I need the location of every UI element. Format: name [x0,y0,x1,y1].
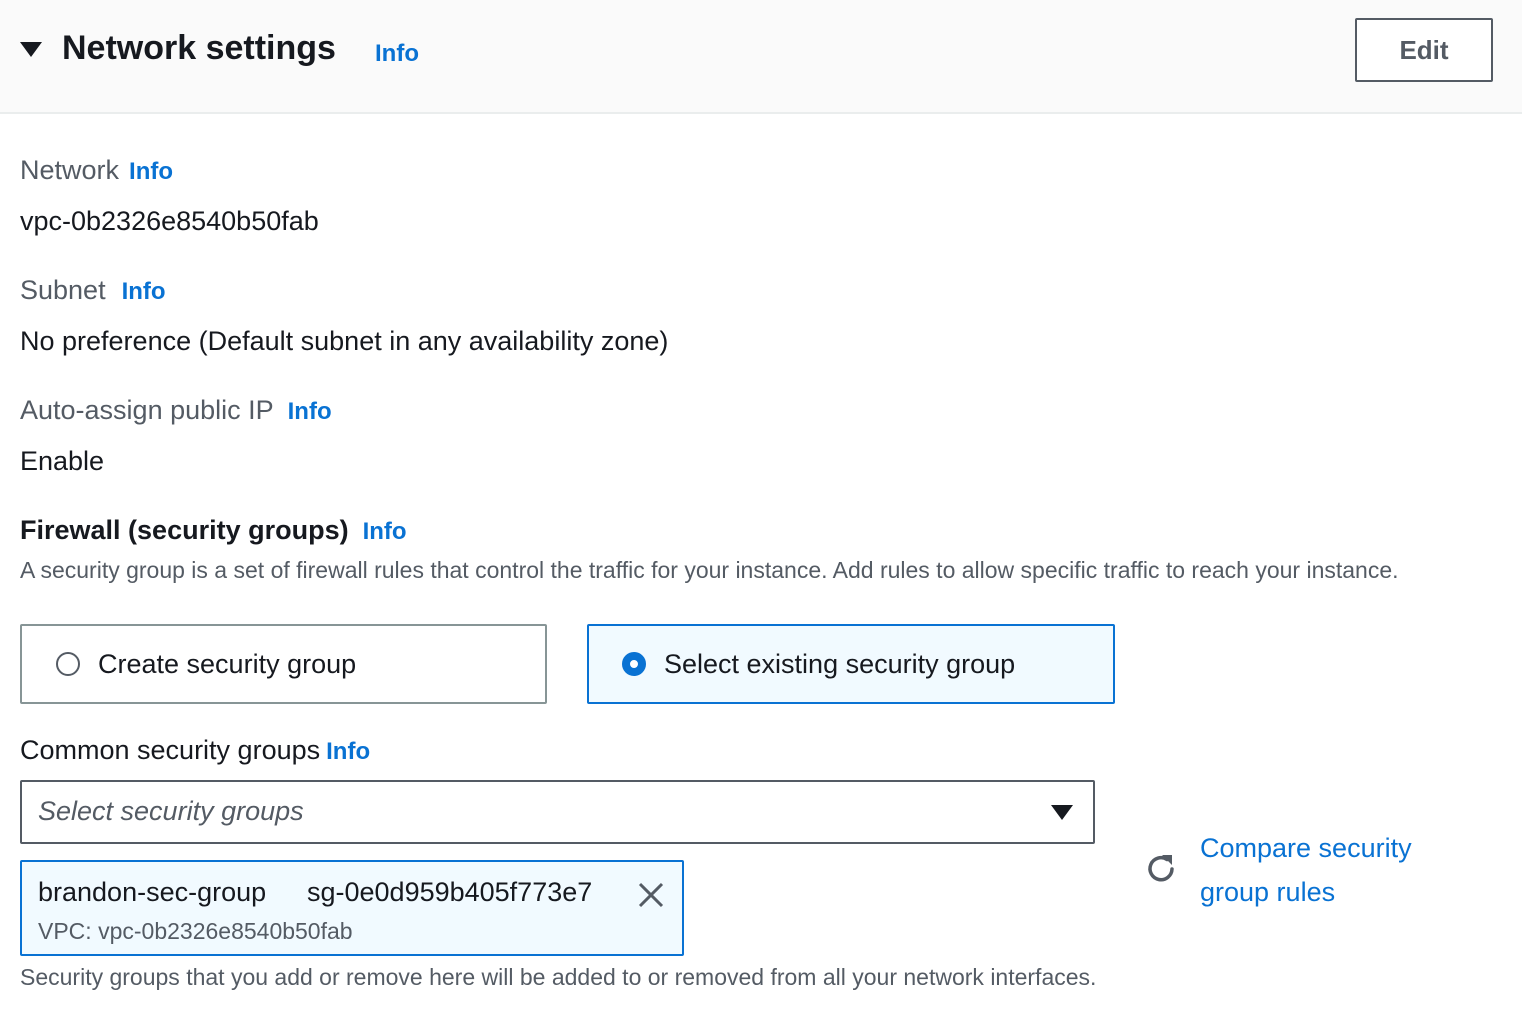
token-vpc: VPC: vpc-0b2326e8540b50fab [38,918,353,944]
subnet-value: No preference (Default subnet in any ava… [20,326,669,356]
firewall-label-text: Firewall (security groups) [20,515,349,545]
firewall-info-link[interactable]: Info [363,518,407,545]
network-info-link[interactable]: Info [129,158,173,185]
common-security-groups-label-text: Common security groups [20,735,321,765]
radio-checked-icon[interactable] [622,652,646,676]
dropdown-caret-icon[interactable] [1051,805,1073,820]
collapse-caret-icon[interactable] [20,42,42,57]
subnet-info-link[interactable]: Info [122,278,166,305]
edit-button[interactable]: Edit [1355,18,1493,82]
security-groups-placeholder: Select security groups [38,796,304,826]
token-group-id: sg-0e0d959b405f773e7 [307,877,593,907]
firewall-label: Firewall (security groups) Info [20,515,407,546]
section-header: Network settings Info Edit [0,0,1522,114]
header-info-link[interactable]: Info [375,40,419,68]
create-security-group-tile[interactable]: Create security group [20,624,547,704]
common-groups-info-link[interactable]: Info [326,738,370,765]
network-label-text: Network [20,155,120,185]
security-groups-note: Security groups that you add or remove h… [20,964,1097,990]
token-group-name: brandon-sec-group [38,877,267,907]
create-security-group-label: Create security group [98,648,357,679]
subnet-label: Subnet Info [20,275,166,306]
public-ip-label: Auto-assign public IP Info [20,395,332,426]
network-value: vpc-0b2326e8540b50fab [20,206,319,236]
network-label: Network Info [20,155,173,186]
compare-security-group-rules-link[interactable]: Compare security group rules [1200,826,1460,914]
common-security-groups-label: Common security groups Info [20,735,370,766]
selected-security-group-token: brandon-sec-group sg-0e0d959b405f773e7 V… [20,860,684,956]
firewall-description: A security group is a set of firewall ru… [20,557,1399,583]
select-existing-security-group-tile[interactable]: Select existing security group [587,624,1115,704]
section-title: Network settings [62,29,336,67]
public-ip-info-link[interactable]: Info [288,398,332,425]
radio-icon[interactable] [56,652,80,676]
refresh-icon[interactable] [1141,849,1181,889]
public-ip-value: Enable [20,446,105,476]
select-existing-security-group-label: Select existing security group [664,648,1016,679]
public-ip-label-text: Auto-assign public IP [20,395,274,425]
security-groups-select[interactable]: Select security groups [20,780,1095,844]
close-icon[interactable] [636,880,666,910]
subnet-label-text: Subnet [20,275,106,305]
